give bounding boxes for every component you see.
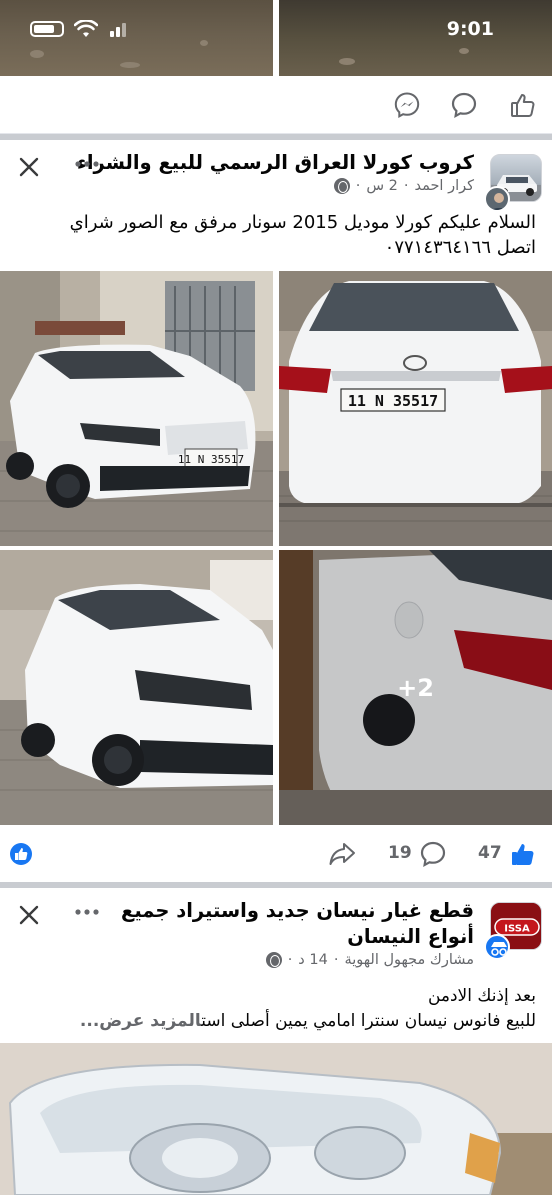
more-icon [75,909,99,915]
post-text-line: للبيع فانوس نيسان سنترا امامي يمين أصلى … [16,1009,536,1034]
post-card: كروب كورلا العراق الرسمي للبيع والشراء ك… [0,140,552,271]
status-time: 9:01 [446,18,494,40]
post-text: بعد إذنك الادمن للبيع فانوس نيسان سنترا … [16,984,536,1033]
close-icon [19,157,39,177]
comment-button[interactable] [449,90,479,120]
like-reaction-badge[interactable] [10,843,32,865]
hide-post-button[interactable] [14,900,44,930]
share-button[interactable] [327,839,357,869]
signal-icon [110,23,126,37]
hide-post-button[interactable] [14,152,44,182]
more-options-button[interactable] [74,898,100,923]
car-photo-more[interactable]: +2 [279,550,552,825]
more-icon [75,161,99,167]
more-photos-count[interactable]: +2 [397,674,434,702]
like-icon [511,94,535,117]
avatar-group[interactable] [484,154,542,212]
post-time[interactable]: 14 د [298,952,328,968]
meta-dot: · [333,952,339,968]
avatar-group[interactable]: ISSA [484,902,542,960]
meta-dot: · [355,178,361,194]
post-text-line: السلام عليكم كورلا موديل 2015 سونار مرفق… [69,212,536,233]
user-avatar[interactable] [484,186,510,212]
globe-icon [333,178,350,194]
car-photo-front[interactable]: 11 N 35517 [0,271,273,546]
post-photo-headlight[interactable] [0,1043,552,1195]
author-name[interactable]: مشارك مجهول الهوية [344,952,474,968]
like-icon [512,844,534,865]
car-photo-rear[interactable]: 11 N 35517 [279,271,552,546]
photo-grid: 11 N 35517 11 N 35517 +2 [0,271,552,825]
page-name[interactable]: قطع غيار نيسان جديد واستيراد جميع أنواع … [121,898,474,951]
like-icon [15,848,28,860]
more-photos-overlay[interactable]: +2 [279,550,552,825]
post-meta: مشارك مجهول الهوية · 14 د · [265,952,474,968]
page-logo-text: ISSA [504,924,530,935]
like-button[interactable] [508,839,538,869]
more-options-button[interactable] [74,150,100,175]
like-count[interactable]: 47 [478,843,502,863]
meta-dot: · [403,178,409,194]
post-text: السلام عليكم كورلا موديل 2015 سونار مرفق… [16,210,536,260]
see-more-link[interactable]: المزيد عرض... [80,1011,201,1031]
comment-count[interactable]: 19 [388,843,412,863]
post-meta: كرار احمد · 2 س · [333,178,474,194]
globe-icon [265,952,282,968]
close-icon [19,905,39,925]
comment-icon [451,92,477,119]
share-icon [329,843,355,865]
post-text-line: اتصل ٠٧٧١٤٣٦٤١٦٦ [384,237,536,259]
status-bar: 9:01 [0,0,552,60]
comment-icon [420,841,446,868]
page-name-line[interactable]: قطع غيار نيسان جديد واستيراد جميع [121,898,474,924]
plate-number: 11 N 35517 [178,453,244,466]
previous-post-actions [0,76,552,134]
wifi-icon [74,20,98,37]
page-name-line[interactable]: أنواع النيسان [121,924,474,950]
comment-button[interactable] [418,839,448,869]
anonymous-icon [491,942,507,956]
battery-icon [30,21,64,37]
post-text-line: بعد إذنك الادمن [427,986,536,1006]
plate-number: 11 N 35517 [348,392,438,410]
messenger-icon [394,92,420,118]
status-icons [30,20,132,38]
anonymous-avatar[interactable] [484,934,510,960]
author-name[interactable]: كرار احمد [414,178,474,194]
like-button[interactable] [508,90,538,120]
post-text-partial: للبيع فانوس نيسان سنترا امامي يمين أصلى … [201,1010,536,1031]
reactions-bar: 19 47 [0,826,552,882]
group-name[interactable]: كروب كورلا العراق الرسمي للبيع والشراء [77,150,474,176]
post-time[interactable]: 2 س [366,178,398,194]
messenger-button[interactable] [392,90,422,120]
meta-dot: · [287,952,293,968]
post-card: ISSA قطع غيار نيسان جديد واستيراد جميع أ… [0,888,552,1043]
car-photo-side[interactable] [0,550,273,825]
previous-post-photos[interactable]: 9:01 [0,0,552,76]
